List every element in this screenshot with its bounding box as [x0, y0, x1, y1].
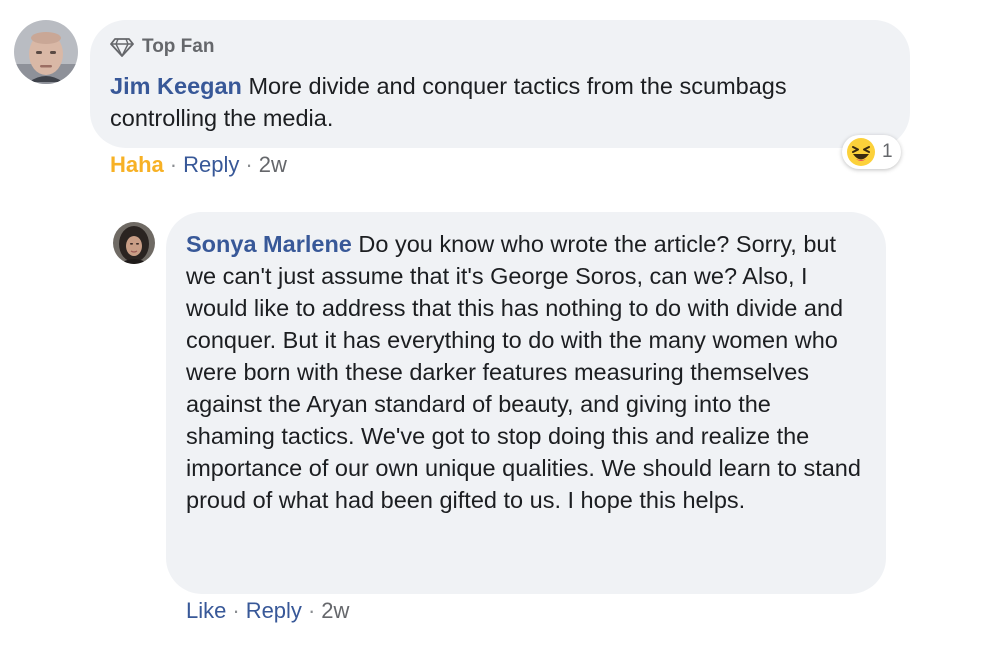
- reaction-count: 1: [882, 141, 893, 162]
- comment-body-1: Jim Keegan More divide and conquer tacti…: [110, 70, 790, 134]
- comment-body-2: Sonya Marlene Do you know who wrote the …: [186, 228, 866, 516]
- haha-reaction-button[interactable]: Haha: [110, 152, 164, 178]
- badge-label: Top Fan: [142, 36, 215, 57]
- reply-button-1[interactable]: Reply: [183, 152, 239, 178]
- reaction-summary[interactable]: 1: [842, 135, 901, 169]
- separator-dot: ·: [245, 152, 253, 177]
- diamond-icon: [110, 37, 134, 57]
- comment-text-2: Do you know who wrote the article? Sorry…: [186, 231, 861, 513]
- avatar-sonya-marlene[interactable]: [113, 222, 155, 264]
- comment-author-1[interactable]: Jim Keegan: [110, 73, 242, 99]
- haha-emoji-icon: [846, 137, 876, 167]
- like-button-2[interactable]: Like: [186, 598, 226, 624]
- timestamp-1[interactable]: 2w: [259, 152, 287, 178]
- comment-author-2[interactable]: Sonya Marlene: [186, 231, 352, 257]
- comment-actions-2: Like · Reply · 2w: [186, 598, 349, 624]
- separator-dot: ·: [232, 598, 240, 623]
- top-fan-badge: Top Fan: [110, 36, 214, 58]
- reply-button-2[interactable]: Reply: [246, 598, 302, 624]
- avatar-jim-keegan[interactable]: [14, 20, 78, 84]
- separator-dot: ·: [307, 598, 316, 623]
- separator-dot: ·: [169, 152, 178, 177]
- timestamp-2[interactable]: 2w: [321, 598, 349, 624]
- comment-actions-1: Haha · Reply · 2w: [110, 152, 287, 178]
